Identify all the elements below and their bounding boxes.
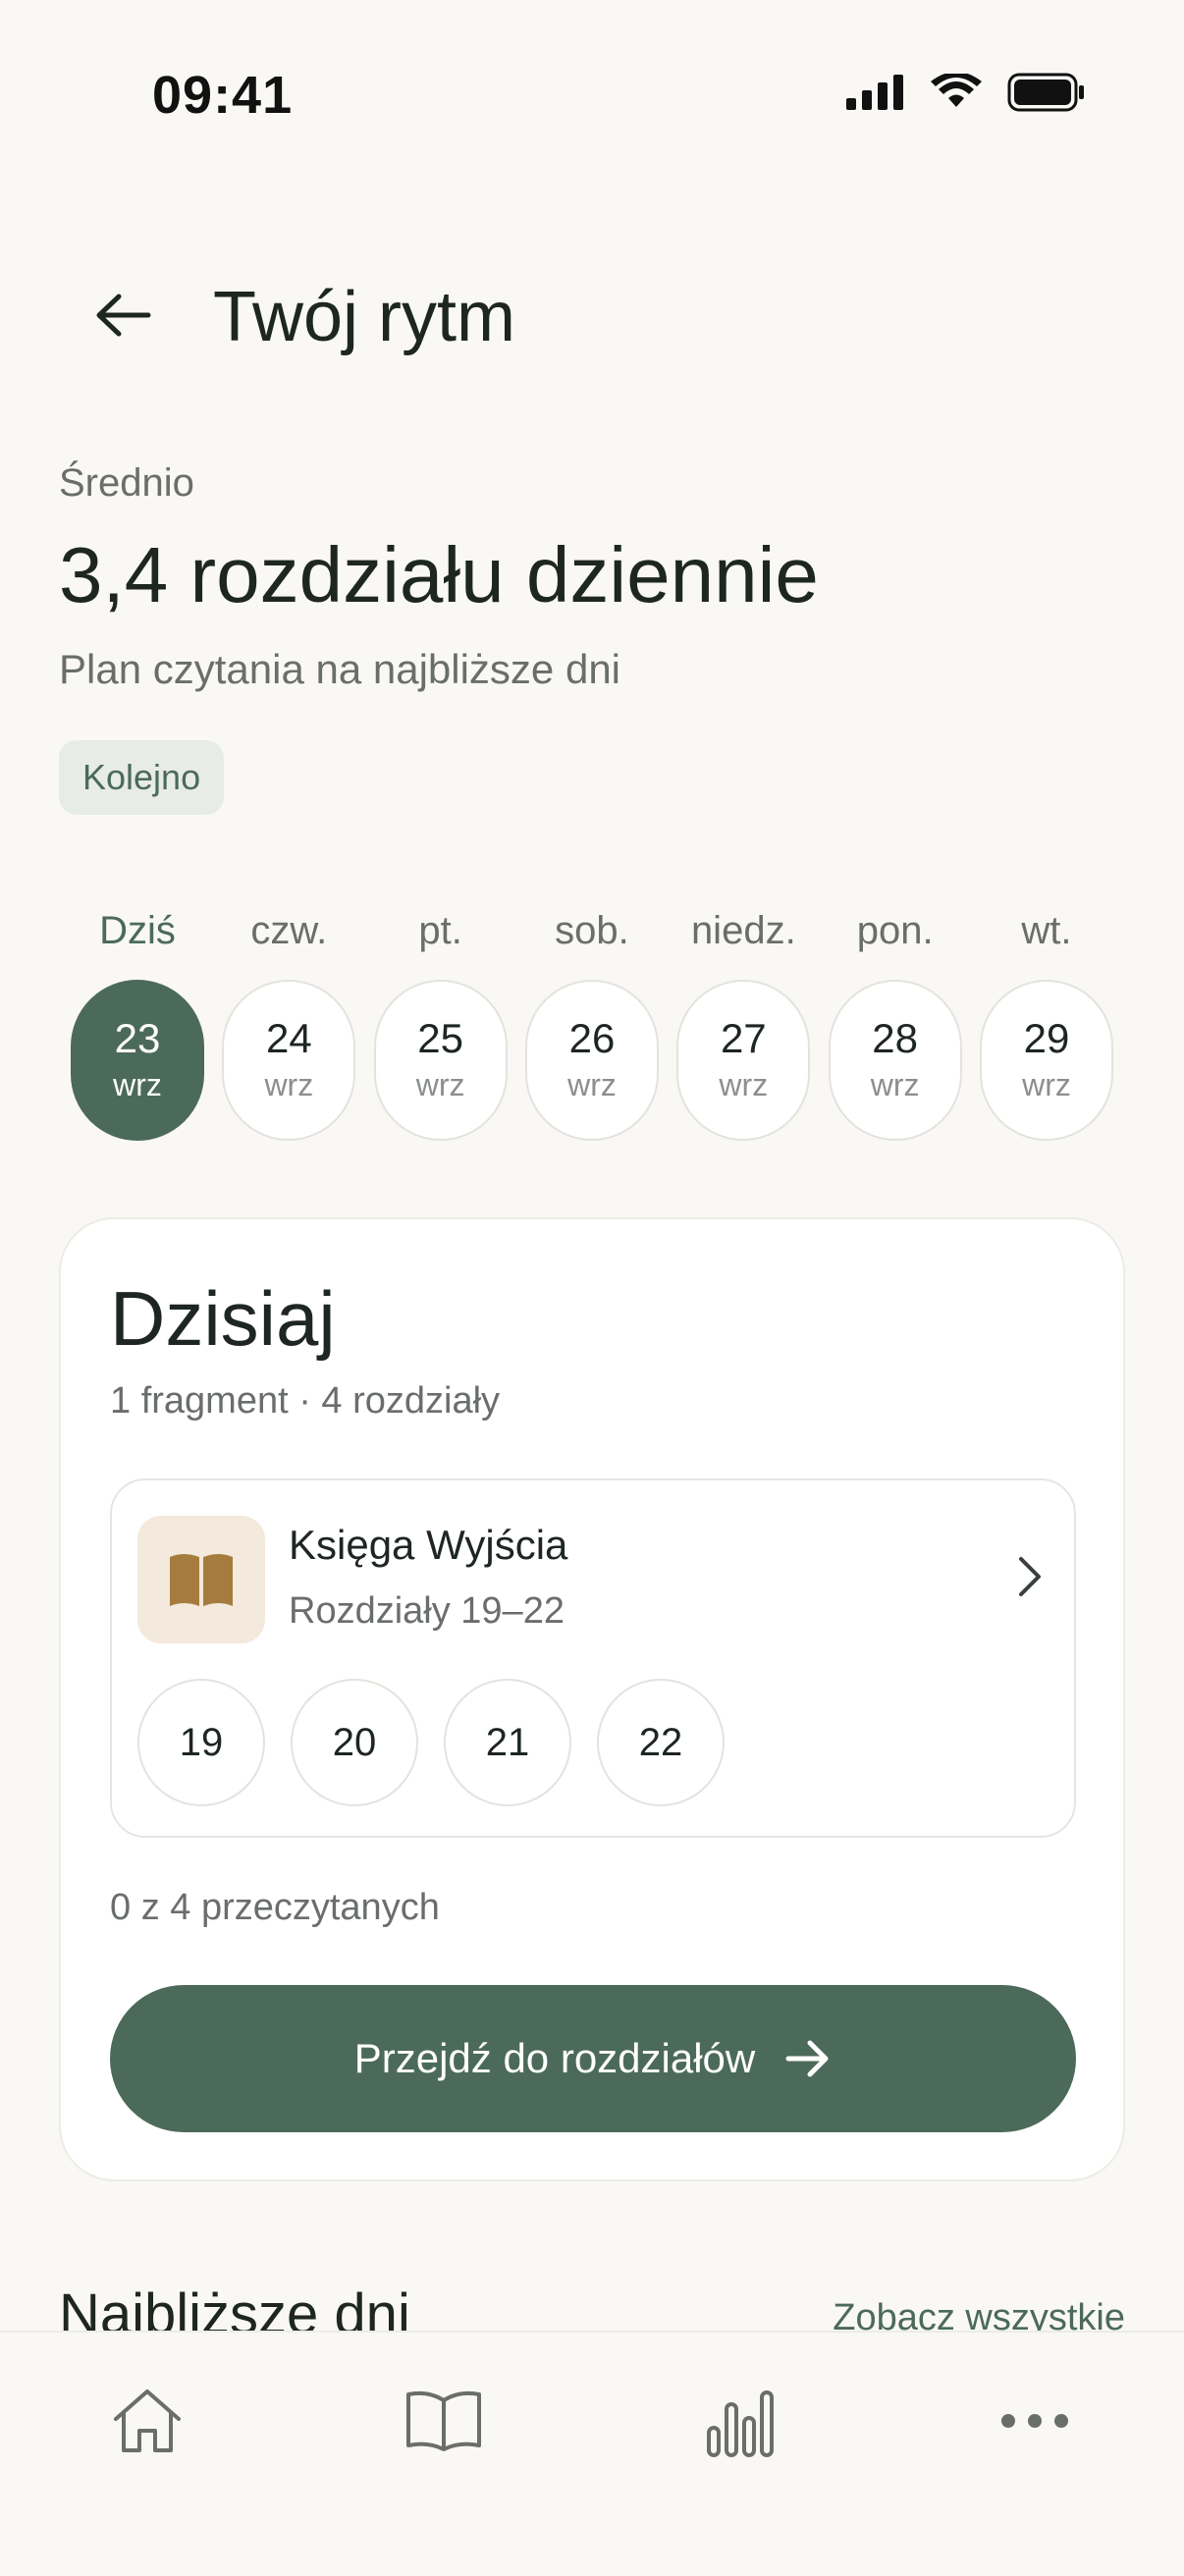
battery-icon xyxy=(1007,73,1084,112)
day-circle: 24 wrz xyxy=(222,980,356,1141)
day-number: 27 xyxy=(720,1015,767,1061)
day-item[interactable]: czw. 24 wrz xyxy=(220,903,357,1141)
day-number: 25 xyxy=(417,1015,464,1061)
day-number: 29 xyxy=(1023,1015,1070,1061)
summary-label: Średnio xyxy=(59,461,194,505)
order-chip[interactable]: Kolejno xyxy=(59,740,225,815)
chevron-right-icon xyxy=(1015,1555,1045,1603)
day-number: 24 xyxy=(265,1015,312,1061)
today-subtitle: 1 fragment · 4 rozdziały xyxy=(110,1380,501,1422)
go-to-chapters-button[interactable]: Przejdź do rozdziałów xyxy=(110,1985,1076,2132)
day-number: 23 xyxy=(114,1015,161,1061)
status-icons xyxy=(846,73,1086,112)
cta-label: Przejdź do rozdziałów xyxy=(353,2035,756,2081)
signal-icon xyxy=(846,75,903,110)
book-icon-box xyxy=(137,1516,265,1643)
day-month: wrz xyxy=(113,1067,162,1102)
days-strip: Dziś 23 wrz czw. 24 wrz pt. 25 wrz sob. … xyxy=(69,903,1115,1141)
day-circle: 26 wrz xyxy=(524,980,659,1141)
day-item[interactable]: pon. 28 wrz xyxy=(827,903,964,1141)
wifi-icon xyxy=(931,74,982,107)
day-name: pon. xyxy=(856,909,934,952)
day-month: wrz xyxy=(719,1067,769,1102)
day-name: wt. xyxy=(1021,909,1072,952)
today-title: Dzisiaj xyxy=(110,1275,336,1362)
day-circle: 28 wrz xyxy=(828,980,962,1141)
chapter-button[interactable]: 21 xyxy=(444,1679,571,1806)
book-card[interactable]: Księga Wyjścia Rozdziały 19–22 19 20 21 … xyxy=(110,1478,1076,1838)
stats-icon xyxy=(707,2390,774,2457)
day-month: wrz xyxy=(264,1067,314,1102)
day-name: sob. xyxy=(555,909,629,952)
day-month: wrz xyxy=(870,1067,920,1102)
day-item[interactable]: niedz. 27 wrz xyxy=(674,903,812,1141)
day-number: 28 xyxy=(872,1015,918,1061)
home-icon xyxy=(114,2389,181,2452)
book-icon xyxy=(406,2390,481,2451)
day-month: wrz xyxy=(567,1067,617,1102)
book-title: Księga Wyjścia xyxy=(289,1522,568,1568)
open-book-icon xyxy=(170,1554,233,1606)
back-button[interactable] xyxy=(88,281,157,349)
day-item[interactable]: Dziś 23 wrz xyxy=(69,903,206,1141)
day-month: wrz xyxy=(415,1067,465,1102)
day-item[interactable]: sob. 26 wrz xyxy=(523,903,661,1141)
chapter-button[interactable]: 19 xyxy=(137,1679,265,1806)
chapter-button[interactable]: 22 xyxy=(597,1679,725,1806)
day-name: pt. xyxy=(418,909,462,952)
day-circle: 29 wrz xyxy=(979,980,1113,1141)
chapter-button[interactable]: 20 xyxy=(291,1679,418,1806)
nav-reading[interactable] xyxy=(385,2372,503,2470)
status-bar: 09:41 xyxy=(0,0,1184,187)
day-circle: 25 wrz xyxy=(373,980,508,1141)
status-time: 09:41 xyxy=(152,66,294,125)
day-number: 26 xyxy=(568,1015,616,1061)
day-item[interactable]: pt. 25 wrz xyxy=(372,903,510,1141)
nav-more[interactable] xyxy=(976,2372,1094,2470)
more-icon xyxy=(1001,2414,1068,2428)
day-name: niedz. xyxy=(690,909,796,952)
chapter-list: 19 20 21 22 xyxy=(137,1679,725,1806)
day-circle: 27 wrz xyxy=(676,980,811,1141)
day-name: czw. xyxy=(250,909,328,952)
arrow-right-icon xyxy=(785,2040,829,2077)
summary-subtitle: Plan czytania na najbliższe dni xyxy=(59,646,621,692)
summary-value: 3,4 rozdziału dziennie xyxy=(59,531,819,618)
day-name: Dziś xyxy=(99,909,176,952)
arrow-left-icon xyxy=(96,294,151,337)
day-month: wrz xyxy=(1022,1067,1071,1102)
page-title: Twój rytm xyxy=(213,278,516,356)
day-circle-selected: 23 wrz xyxy=(71,980,204,1141)
today-card: Dzisiaj 1 fragment · 4 rozdziały Księga … xyxy=(59,1217,1125,2181)
nav-home[interactable] xyxy=(88,2372,206,2470)
bottom-nav xyxy=(0,2331,1184,2576)
book-range: Rozdziały 19–22 xyxy=(289,1590,565,1632)
day-item[interactable]: wt. 29 wrz xyxy=(978,903,1115,1141)
nav-stats[interactable] xyxy=(680,2372,798,2470)
progress-text: 0 z 4 przeczytanych xyxy=(110,1887,440,1928)
